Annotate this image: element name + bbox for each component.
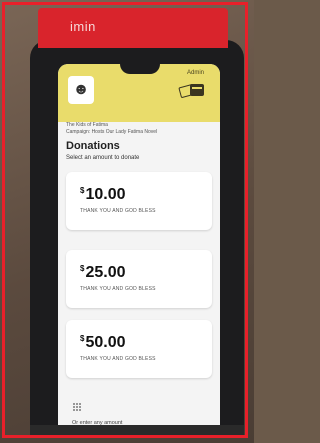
amount-value: $10.00 [80,186,126,203]
camera-notch [120,64,160,74]
amount-option-25[interactable]: $25.00 THANK YOU AND GOD BLESS [66,250,212,308]
campaign-name: Campaign: Hosts Our Lady Fatima Novel [66,129,158,135]
person-icon: ☻ [72,81,90,98]
amount-option-50[interactable]: $50.00 THANK YOU AND GOD BLESS [66,320,212,378]
org-name: The Kids of Fatima [66,122,108,128]
amount-option-10[interactable]: $10.00 THANK YOU AND GOD BLESS [66,172,212,230]
device-bottom [30,425,244,438]
device-top [38,8,228,48]
amount-thanks: THANK YOU AND GOD BLESS [80,286,156,292]
amount-thanks: THANK YOU AND GOD BLESS [80,356,156,362]
screen: ☻ Admin The Kids of Fatima Campaign: Hos… [58,64,220,438]
amount-value: $25.00 [80,264,126,281]
amount-thanks: THANK YOU AND GOD BLESS [80,208,156,214]
page-subtitle: Select an amount to donate [66,155,140,161]
org-logo: ☻ [68,76,94,104]
payment-cards-icon [178,84,204,98]
keypad-icon [73,403,81,411]
amount-value: $50.00 [80,334,126,351]
page-title: Donations [66,140,120,152]
brand-logo: imin [70,19,96,34]
admin-label[interactable]: Admin [187,70,204,76]
